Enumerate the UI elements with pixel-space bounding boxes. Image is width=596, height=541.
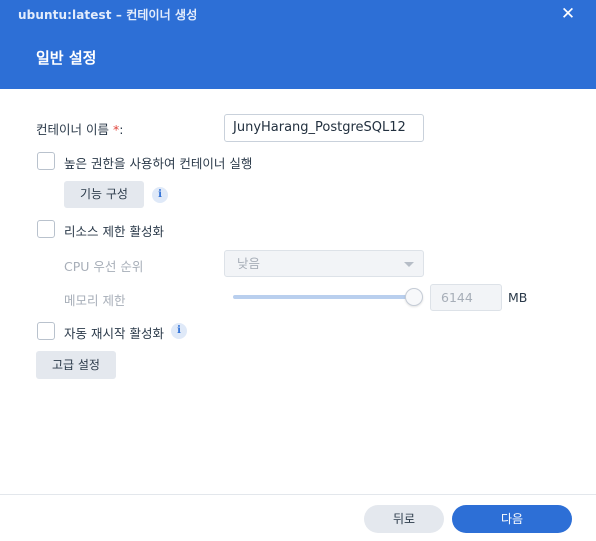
dialog-header: ubuntu:latest – 컨테이너 생성 ✕ 일반 설정 <box>0 0 596 89</box>
close-icon[interactable]: ✕ <box>558 4 578 24</box>
label-colon: : <box>119 122 124 137</box>
container-name-label-text: 컨테이너 이름 <box>36 122 109 137</box>
memory-limit-input[interactable]: 6144 <box>430 284 502 311</box>
section-title: 일반 설정 <box>36 49 97 67</box>
memory-slider-track[interactable] <box>233 295 415 299</box>
memory-slider-thumb[interactable] <box>405 288 423 306</box>
privileged-checkbox[interactable] <box>37 152 55 170</box>
container-name-input[interactable]: JunyHarang_PostgreSQL12 <box>224 114 424 142</box>
memory-limit-label: 메모리 제한 <box>64 293 126 308</box>
resource-limit-label: 리소스 제한 활성화 <box>64 224 164 239</box>
footer-divider <box>0 494 596 495</box>
cpu-priority-label: CPU 우선 순위 <box>64 259 144 274</box>
container-name-label: 컨테이너 이름 *: <box>36 119 123 138</box>
next-button[interactable]: 다음 <box>452 505 572 533</box>
capabilities-button[interactable]: 기능 구성 <box>64 181 144 208</box>
memory-unit: MB <box>508 290 528 305</box>
info-icon[interactable]: i <box>171 323 187 339</box>
cpu-priority-value: 낮음 <box>237 256 261 271</box>
auto-restart-label: 자동 재시작 활성화 <box>64 326 164 341</box>
resource-limit-checkbox[interactable] <box>37 220 55 238</box>
info-icon[interactable]: i <box>152 187 168 203</box>
auto-restart-checkbox[interactable] <box>37 322 55 340</box>
privileged-label: 높은 권한을 사용하여 컨테이너 실행 <box>64 156 253 171</box>
advanced-settings-button[interactable]: 고급 설정 <box>36 351 116 379</box>
cpu-priority-select[interactable]: 낮음 <box>224 250 424 277</box>
back-button[interactable]: 뒤로 <box>364 505 444 533</box>
window-title: ubuntu:latest – 컨테이너 생성 <box>18 8 198 22</box>
chevron-down-icon <box>404 262 414 267</box>
